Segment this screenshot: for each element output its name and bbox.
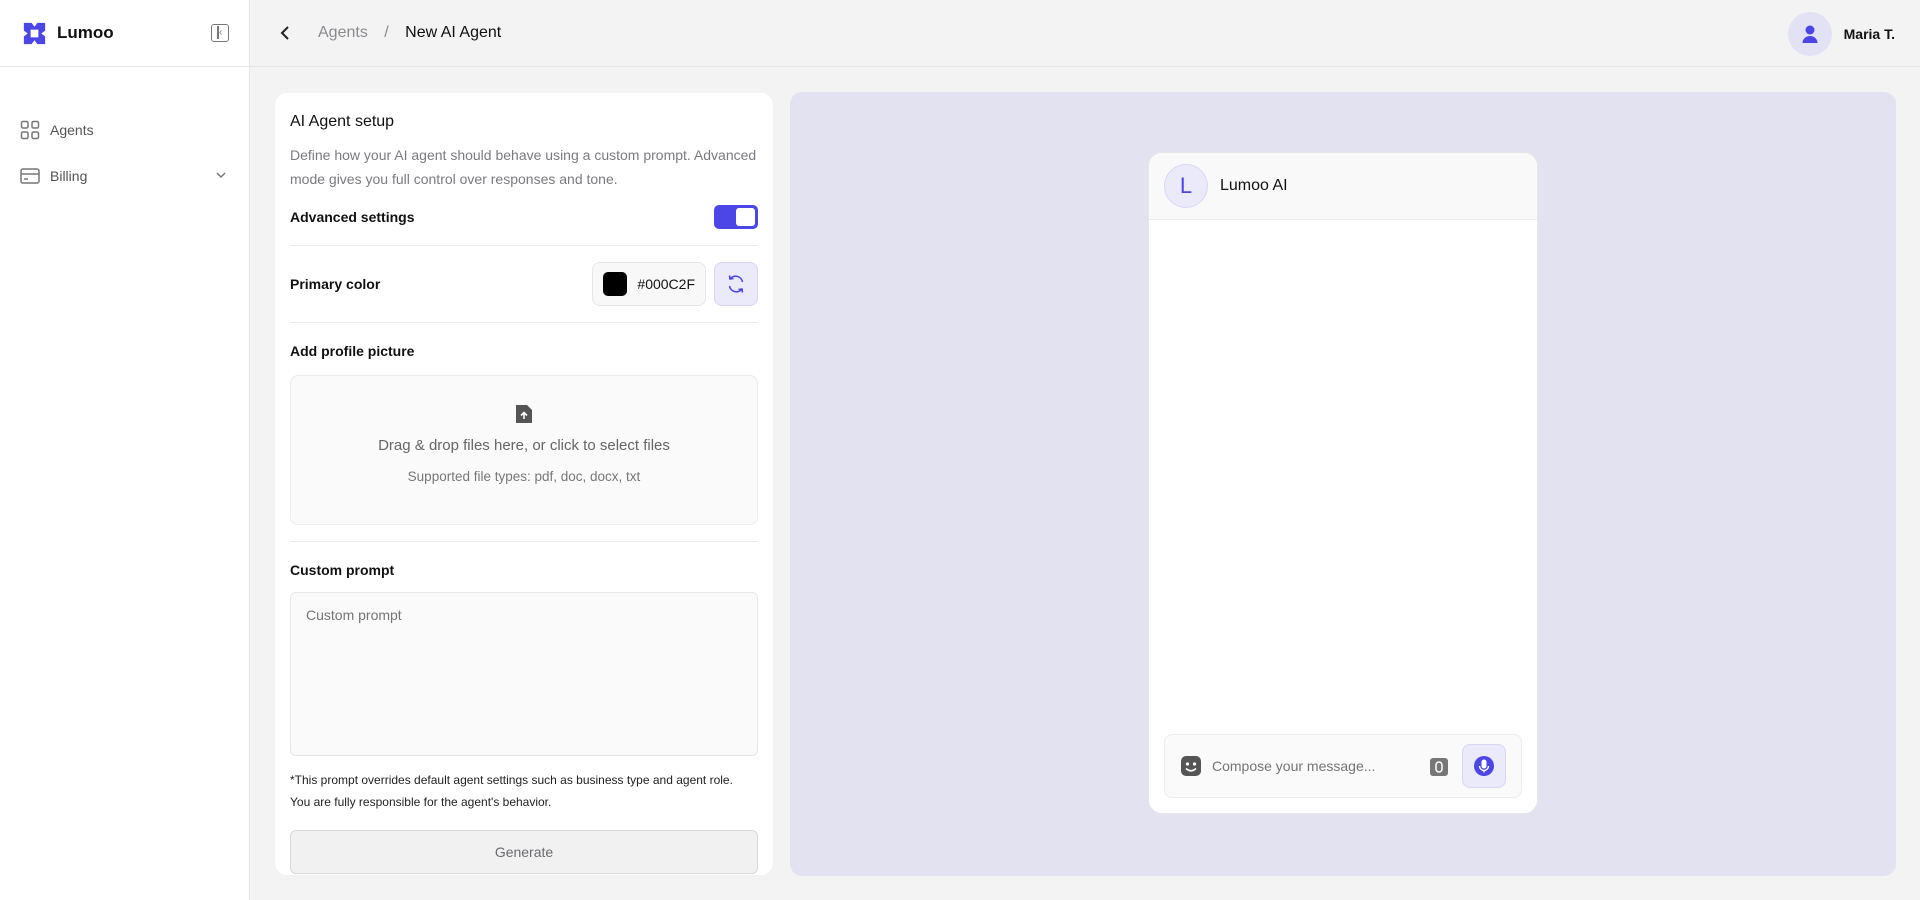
grid-icon [20, 120, 40, 140]
sidebar: Lumoo ‹ Agents Billing [0, 0, 250, 900]
sidebar-nav: Agents Billing [0, 67, 249, 199]
chat-widget: L Lumoo AI [1148, 152, 1538, 814]
profile-picture-label: Add profile picture [290, 343, 415, 359]
prompt-note-line1: *This prompt overrides default agent set… [290, 773, 733, 787]
setup-description: Define how your AI agent should behave u… [290, 147, 757, 187]
agent-name: Lumoo AI [1220, 177, 1288, 194]
avatar[interactable] [1787, 12, 1832, 56]
chat-header: L Lumoo AI [1149, 153, 1537, 220]
microphone-icon [1474, 756, 1494, 776]
collapse-sidebar-icon[interactable]: ‹ [211, 24, 229, 42]
chevron-down-icon[interactable] [215, 169, 227, 181]
color-swatch[interactable] [603, 272, 628, 296]
upload-title: Drag & drop files here, or click to sele… [378, 437, 670, 454]
chevron-left-icon [280, 26, 289, 40]
brand-header: Lumoo ‹ [0, 0, 249, 67]
chat-preview-panel: L Lumoo AI [790, 92, 1896, 876]
back-button[interactable] [275, 23, 295, 43]
message-input[interactable] [1212, 758, 1412, 774]
user-icon [1802, 25, 1818, 43]
sidebar-item-label: Agents [50, 122, 94, 138]
upload-subtitle: Supported file types: pdf, doc, docx, tx… [407, 469, 641, 484]
lumoo-logo-icon [23, 22, 46, 44]
refresh-color-button[interactable] [714, 262, 758, 306]
card-icon [20, 168, 40, 184]
setup-title: AI Agent setup [290, 113, 395, 130]
breadcrumb: Agents / New AI Agent [318, 24, 501, 42]
sidebar-item-agents[interactable]: Agents [0, 107, 249, 153]
color-controls: #000C2F [592, 262, 758, 306]
refresh-icon [728, 275, 744, 293]
agent-setup-card: AI Agent setup Define how your AI agent … [275, 93, 773, 875]
advanced-settings-toggle[interactable] [714, 205, 758, 229]
divider [290, 322, 758, 323]
primary-color-label: Primary color [290, 276, 381, 292]
breadcrumb-agents-link[interactable]: Agents [318, 24, 368, 41]
message-composer [1164, 734, 1522, 798]
primary-color-value: #000C2F [637, 276, 695, 292]
emoji-icon[interactable] [1180, 755, 1202, 777]
custom-prompt-label: Custom prompt [290, 562, 395, 578]
primary-color-row: Primary color #000C2F [290, 246, 758, 322]
file-upload-icon [516, 405, 532, 423]
advanced-settings-label: Advanced settings [290, 209, 415, 225]
divider [290, 541, 758, 542]
breadcrumb-current: New AI Agent [405, 24, 502, 41]
user-name: Maria T. [1843, 26, 1895, 42]
user-menu[interactable]: Maria T. [1787, 12, 1895, 56]
sidebar-item-billing[interactable]: Billing [0, 153, 249, 199]
breadcrumb-separator: / [384, 24, 389, 41]
top-bar: Agents / New AI Agent Maria T. [250, 0, 1920, 67]
custom-prompt-input[interactable] [290, 592, 758, 756]
voice-input-button[interactable] [1462, 744, 1506, 788]
file-dropzone[interactable]: Drag & drop files here, or click to sele… [290, 375, 758, 525]
advanced-settings-row: Advanced settings [290, 201, 758, 233]
primary-color-field[interactable]: #000C2F [592, 262, 706, 306]
sidebar-item-label: Billing [50, 168, 88, 184]
brand-name: Lumoo [57, 23, 114, 42]
prompt-note: *This prompt overrides default agent set… [290, 769, 758, 813]
attachment-icon[interactable] [1429, 757, 1449, 777]
agent-avatar: L [1164, 164, 1208, 208]
generate-button[interactable]: Generate [290, 830, 758, 874]
prompt-note-line2: You are fully responsible for the agent'… [290, 795, 552, 809]
